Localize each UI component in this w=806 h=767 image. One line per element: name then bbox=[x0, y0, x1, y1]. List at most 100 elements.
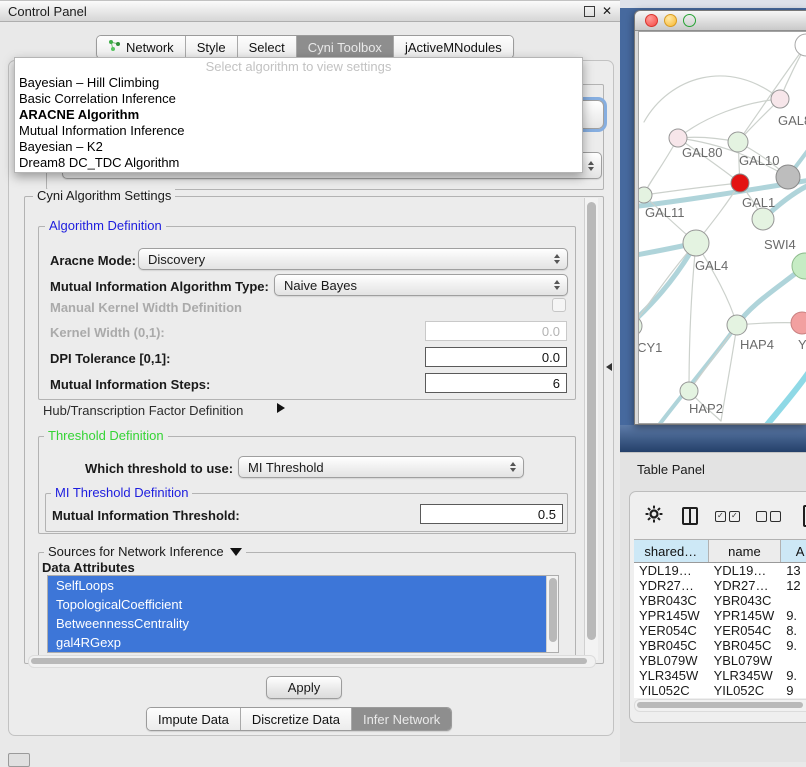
float-panel-icon[interactable] bbox=[584, 6, 595, 17]
mi-threshold-label: Mutual Information Threshold: bbox=[52, 508, 240, 523]
gear-icon[interactable] bbox=[645, 505, 663, 528]
columns-icon[interactable] bbox=[682, 507, 698, 525]
table-cell: 9. bbox=[781, 668, 806, 683]
algorithm-option[interactable]: Dream8 DC_TDC Algorithm bbox=[15, 155, 582, 171]
sources-collapse-icon[interactable] bbox=[230, 548, 242, 556]
network-node[interactable] bbox=[776, 165, 800, 189]
checked-boxes-icon[interactable]: ✓✓ bbox=[715, 511, 740, 522]
table-cell: YER054C bbox=[634, 623, 709, 638]
table-row[interactable]: YDL19…YDL19…13 bbox=[634, 563, 806, 578]
mi-type-combo[interactable]: Naive Bayes bbox=[274, 274, 568, 296]
network-node-y[interactable] bbox=[791, 312, 806, 334]
close-panel-icon[interactable]: ✕ bbox=[602, 5, 612, 17]
tab-style[interactable]: Style bbox=[186, 36, 238, 58]
network-node-label: GAL1 bbox=[742, 195, 775, 210]
table-cell: 12 bbox=[781, 578, 806, 593]
table-horizontal-scrollbar-thumb[interactable] bbox=[637, 702, 803, 708]
aracne-mode-label: Aracne Mode: bbox=[50, 253, 136, 268]
data-attribute-item[interactable]: gal4RGexp bbox=[48, 633, 558, 652]
mi-threshold-field[interactable]: 0.5 bbox=[420, 504, 563, 524]
dpi-tolerance-label: DPI Tolerance [0,1]: bbox=[50, 351, 170, 366]
table-cell: YLR345W bbox=[634, 668, 709, 683]
table-row[interactable]: YPR145WYPR145W9. bbox=[634, 608, 806, 623]
cyni-algorithm-settings-title: Cyni Algorithm Settings bbox=[33, 189, 175, 203]
table-row[interactable]: YBL079WYBL079W bbox=[634, 653, 806, 668]
tab-jactivemnodules[interactable]: jActiveMNodules bbox=[394, 36, 513, 58]
column-header[interactable]: A bbox=[781, 540, 806, 562]
settings-vertical-scrollbar[interactable] bbox=[584, 198, 598, 660]
data-attribute-item[interactable]: BetweennessCentrality bbox=[48, 614, 558, 633]
window-minimize-icon[interactable] bbox=[664, 14, 677, 27]
bottom-tab-infer-network[interactable]: Infer Network bbox=[352, 708, 451, 730]
mi-type-value: Naive Bayes bbox=[284, 278, 357, 293]
table-row[interactable]: YBR045CYBR045C9. bbox=[634, 638, 806, 653]
settings-vertical-scrollbar-thumb[interactable] bbox=[587, 202, 596, 640]
attributes-scrollbar-thumb[interactable] bbox=[549, 578, 557, 642]
desktop-band bbox=[620, 425, 806, 452]
column-header[interactable]: shared… bbox=[634, 540, 709, 562]
hub-expand-icon[interactable] bbox=[277, 403, 285, 413]
network-node-gal4[interactable] bbox=[683, 230, 709, 256]
bottom-tab-impute-data[interactable]: Impute Data bbox=[147, 708, 241, 730]
network-node-gal1[interactable] bbox=[731, 174, 749, 192]
mi-steps-field[interactable]: 6 bbox=[425, 373, 567, 393]
network-node-gal8[interactable] bbox=[771, 90, 789, 108]
algorithm-option[interactable]: ARACNE Algorithm bbox=[15, 107, 582, 123]
network-node-gal11[interactable] bbox=[639, 187, 652, 203]
network-node-gal10[interactable] bbox=[728, 132, 748, 152]
table-cell: YBL079W bbox=[634, 653, 709, 668]
network-canvas[interactable]: GAL8GAL80GAL10GAL1GAL11SWI4GAL4HAP4YGCY1… bbox=[638, 31, 806, 424]
table-row[interactable]: YBR043CYBR043C bbox=[634, 593, 806, 608]
network-node-label: HAP4 bbox=[740, 337, 774, 352]
table-horizontal-scrollbar[interactable] bbox=[634, 699, 806, 712]
dpi-tolerance-field[interactable]: 0.0 bbox=[425, 347, 567, 367]
unchecked-boxes-icon[interactable] bbox=[756, 511, 781, 522]
network-view-window[interactable]: GAL8GAL80GAL10GAL1GAL11SWI4GAL4HAP4YGCY1… bbox=[634, 10, 806, 425]
mouse-cursor bbox=[606, 363, 612, 371]
attributes-scrollbar[interactable] bbox=[546, 576, 558, 652]
algorithm-option[interactable]: Bayesian – K2 bbox=[15, 139, 582, 155]
algorithm-option[interactable]: Mutual Information Inference bbox=[15, 123, 582, 139]
algorithm-option[interactable]: Bayesian – Hill Climbing bbox=[15, 75, 582, 91]
data-attributes-list[interactable]: SelfLoopsTopologicalCoefficientBetweenne… bbox=[47, 575, 559, 653]
table-row[interactable]: YER054CYER054C8. bbox=[634, 623, 806, 638]
window-close-icon[interactable] bbox=[645, 14, 658, 27]
bottom-tab-discretize-data[interactable]: Discretize Data bbox=[241, 708, 352, 730]
tab-cyni-toolbox[interactable]: Cyni Toolbox bbox=[297, 36, 394, 58]
kernel-width-label: Kernel Width (0,1): bbox=[50, 325, 165, 340]
table-row[interactable]: YDR27…YDR27…12 bbox=[634, 578, 806, 593]
table-body: YDL19…YDL19…13YDR27…YDR27…12YBR043CYBR04… bbox=[634, 563, 806, 698]
network-node-swi4[interactable] bbox=[752, 208, 774, 230]
table-cell: YLR345W bbox=[709, 668, 782, 683]
network-node[interactable] bbox=[795, 34, 806, 56]
algorithm-dropdown-popup: Select algorithm to view settings Bayesi… bbox=[14, 57, 583, 173]
settings-horizontal-scrollbar-thumb[interactable] bbox=[31, 658, 587, 664]
table-cell: YDR27… bbox=[634, 578, 709, 593]
data-attribute-item[interactable]: SelfLoops bbox=[48, 576, 558, 595]
network-nodes[interactable]: GAL8GAL80GAL10GAL1GAL11SWI4GAL4HAP4YGCY1… bbox=[639, 34, 806, 423]
kernel-width-field[interactable]: 0.0 bbox=[425, 321, 567, 341]
table-row[interactable]: YLR345WYLR345W9. bbox=[634, 668, 806, 683]
network-node-hap4[interactable] bbox=[727, 315, 747, 335]
apply-button[interactable]: Apply bbox=[266, 676, 342, 699]
tab-network[interactable]: Network bbox=[97, 36, 186, 58]
data-attribute-item[interactable]: TopologicalCoefficient bbox=[48, 595, 558, 614]
collapsed-panel-icon[interactable] bbox=[8, 753, 30, 767]
tab-label: jActiveMNodules bbox=[405, 40, 502, 55]
window-zoom-icon[interactable] bbox=[683, 14, 696, 27]
column-header[interactable]: name bbox=[709, 540, 782, 562]
which-threshold-combo[interactable]: MI Threshold bbox=[238, 456, 524, 478]
network-node-hap2[interactable] bbox=[680, 382, 698, 400]
table-cell: 9. bbox=[781, 608, 806, 623]
table-row[interactable]: YIL052CYIL052C9 bbox=[634, 683, 806, 698]
algorithm-option[interactable]: Basic Correlation Inference bbox=[15, 91, 582, 107]
tab-select[interactable]: Select bbox=[238, 36, 297, 58]
network-node-gcy1[interactable] bbox=[639, 316, 642, 336]
table-cell: YBR045C bbox=[709, 638, 782, 653]
settings-horizontal-scrollbar[interactable] bbox=[28, 655, 596, 668]
table-cell: YPR145W bbox=[709, 608, 782, 623]
manual-kernel-checkbox[interactable] bbox=[552, 298, 566, 312]
network-window-titlebar[interactable] bbox=[635, 11, 806, 31]
table-panel-box: ✓✓ shared…nameA YDL19…YDL19…13YDR27…YDR2… bbox=[629, 491, 806, 723]
aracne-mode-combo[interactable]: Discovery bbox=[138, 248, 568, 270]
